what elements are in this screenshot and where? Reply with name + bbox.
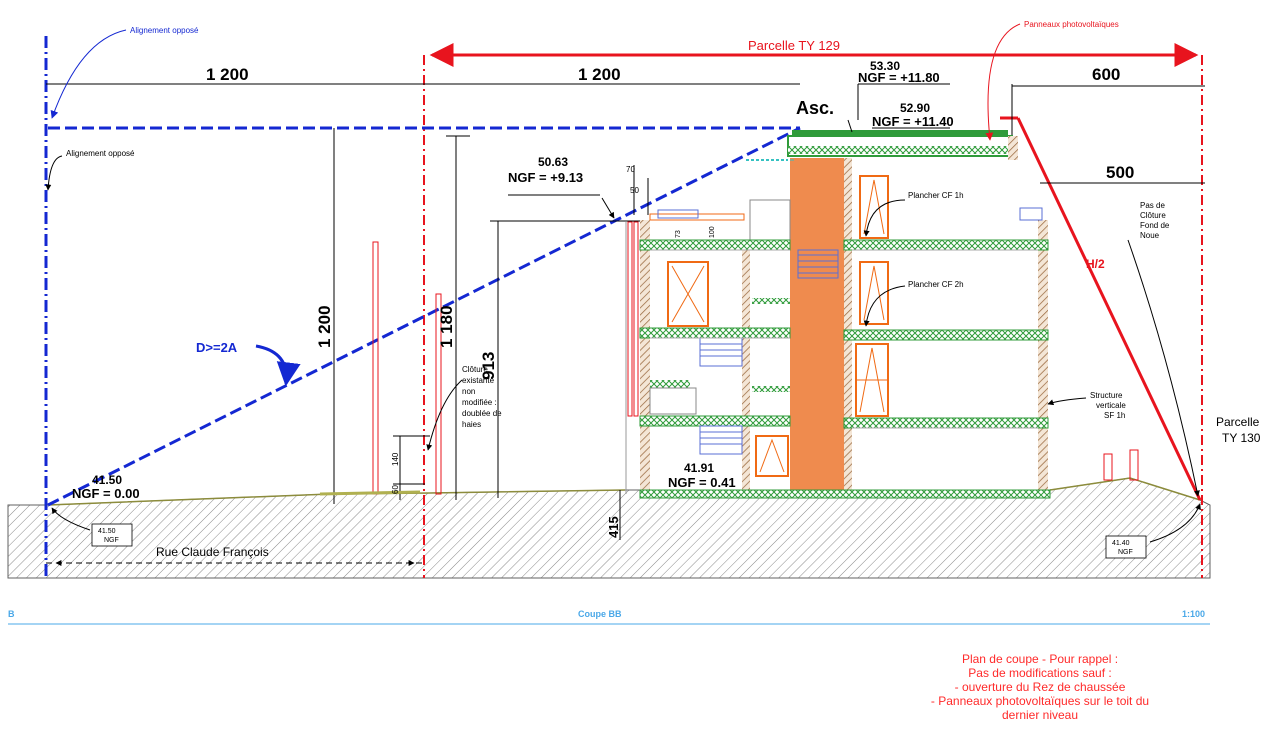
dim-top-mid: 1 200	[578, 65, 621, 84]
dim-top-right: 600	[1092, 65, 1120, 84]
note-line: Pas de modifications sauf :	[968, 666, 1112, 680]
right-box-value: 41.40	[1112, 540, 1130, 547]
dim-140: 140	[391, 452, 400, 466]
note-line: dernier niveau	[1001, 708, 1079, 722]
structure-line-3: SF 1h	[1104, 411, 1125, 420]
note-line: Plan de coupe - Pour rappel :	[961, 652, 1119, 666]
dim-73: 73	[675, 230, 682, 238]
pas-cloture-line-4: Noue	[1140, 231, 1160, 240]
drawing-title: Coupe BB	[578, 609, 622, 619]
dim-70: 70	[626, 165, 635, 174]
cloture-line-4: modifiée :	[462, 398, 497, 407]
dim-60: 60	[391, 485, 400, 494]
left-roof-value: 50.63	[538, 155, 568, 169]
section-mark: B	[8, 609, 15, 619]
cloture-line-6: haies	[462, 420, 481, 429]
fence-line	[319, 490, 421, 496]
roof-ngf: NGF = +11.40	[872, 114, 954, 129]
drawing-labels: Alignement opposé Alignement opposé Parc…	[66, 20, 1261, 559]
parcelle-ty130-line-2: TY 130	[1222, 431, 1261, 445]
street-box-value: 41.50	[98, 528, 116, 535]
note-line: - ouverture du Rez de chaussée	[954, 680, 1126, 694]
parcelle-ty130-line-1: Parcelle	[1216, 415, 1260, 429]
d-rule-label: D>=2A	[196, 340, 238, 355]
alignement-left-label: Alignement opposé	[66, 149, 135, 158]
pas-cloture-line-3: Fond de	[1140, 221, 1170, 230]
structure-line-2: verticale	[1096, 401, 1126, 410]
panneaux-label: Panneaux photovoltaïques	[1024, 20, 1119, 29]
right-box-ngf: NGF	[1118, 549, 1133, 556]
dim-100: 100	[709, 226, 716, 238]
structure-line-1: Structure	[1090, 391, 1123, 400]
alignement-top-label: Alignement opposé	[130, 26, 199, 35]
street-box-ngf: NGF	[104, 537, 119, 544]
cloture-line-1: Clôture	[462, 365, 488, 374]
d-rule-arrow	[255, 344, 301, 387]
note-line: - Panneaux photovoltaïques sur le toit d…	[930, 694, 1150, 708]
section-drawing: Alignement opposé Alignement opposé Parc…	[7, 20, 1261, 625]
dim-50: 50	[630, 186, 639, 195]
parcelle-ty129-label: Parcelle TY 129	[748, 38, 840, 53]
roof-value: 52.90	[900, 101, 930, 115]
dim-setback-right: 500	[1106, 163, 1134, 182]
pas-cloture-line-1: Pas de	[1140, 201, 1165, 210]
dim-vertical-mid: 1 180	[437, 305, 456, 348]
dim-415: 415	[606, 516, 621, 538]
dim-top-left: 1 200	[206, 65, 249, 84]
ground-level-ngf: NGF = 0.41	[668, 475, 736, 490]
dim-vertical-left: 1 200	[315, 305, 334, 348]
revision-note: Plan de coupe - Pour rappel : Pas de mod…	[880, 652, 1200, 722]
roof-top-ngf: NGF = +11.80	[858, 70, 940, 85]
left-roof-ngf: NGF = +9.13	[508, 170, 583, 185]
leader-lines	[45, 23, 1201, 543]
ground-level-value: 41.91	[684, 461, 714, 475]
cloture-line-5: doublée de	[462, 409, 502, 418]
asc-label: Asc.	[796, 98, 834, 118]
street-level-ngf: NGF = 0.00	[72, 486, 140, 501]
plancher-2h-label: Plancher CF 2h	[908, 280, 964, 289]
building	[625, 130, 1051, 499]
drawing-scale: 1:100	[1182, 609, 1205, 619]
pas-cloture-line-2: Clôture	[1140, 211, 1166, 220]
plancher-1h-label: Plancher CF 1h	[908, 191, 964, 200]
street-name: Rue Claude François	[156, 545, 269, 559]
cloture-line-3: non	[462, 387, 475, 396]
street-level-value: 41.50	[92, 473, 122, 487]
h-half-label: H/2	[1086, 257, 1105, 271]
cloture-line-2: existante	[462, 376, 495, 385]
